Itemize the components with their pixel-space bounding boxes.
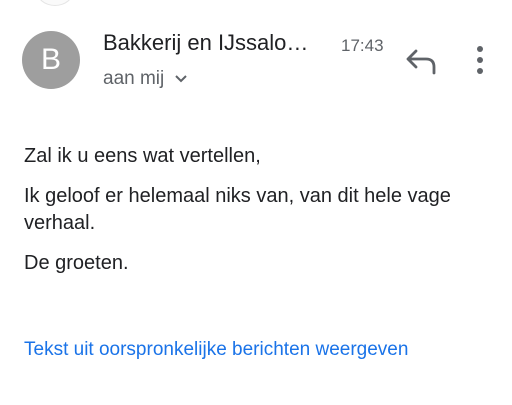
avatar-letter: B [40, 43, 61, 76]
message-body: Zal ik u eens wat vertellen, Ik geloof e… [24, 143, 484, 290]
message-paragraph: De groeten. [24, 252, 129, 274]
email-message-view: B Bakkerij en IJssalo… 17:43 aan mij Zal… [0, 0, 512, 405]
message-time: 17:43 [341, 36, 384, 55]
message-paragraph: Zal ik u eens wat vertellen, [24, 145, 261, 167]
show-quoted-text-link[interactable]: Tekst uit oorspronkelijke berichten weer… [24, 339, 408, 361]
chevron-down-icon [175, 75, 187, 83]
recipient-details-toggle[interactable]: aan mij [103, 68, 188, 90]
more-vertical-icon[interactable] [468, 44, 492, 76]
previous-message-edge [36, 0, 74, 6]
recipient-label: aan mij [103, 68, 165, 89]
message-paragraph: Ik geloof er helemaal niks van, van dit … [24, 185, 451, 234]
sender-name[interactable]: Bakkerij en IJssalo… [103, 30, 308, 56]
sender-avatar[interactable]: B [22, 31, 80, 89]
reply-icon[interactable] [404, 45, 438, 75]
